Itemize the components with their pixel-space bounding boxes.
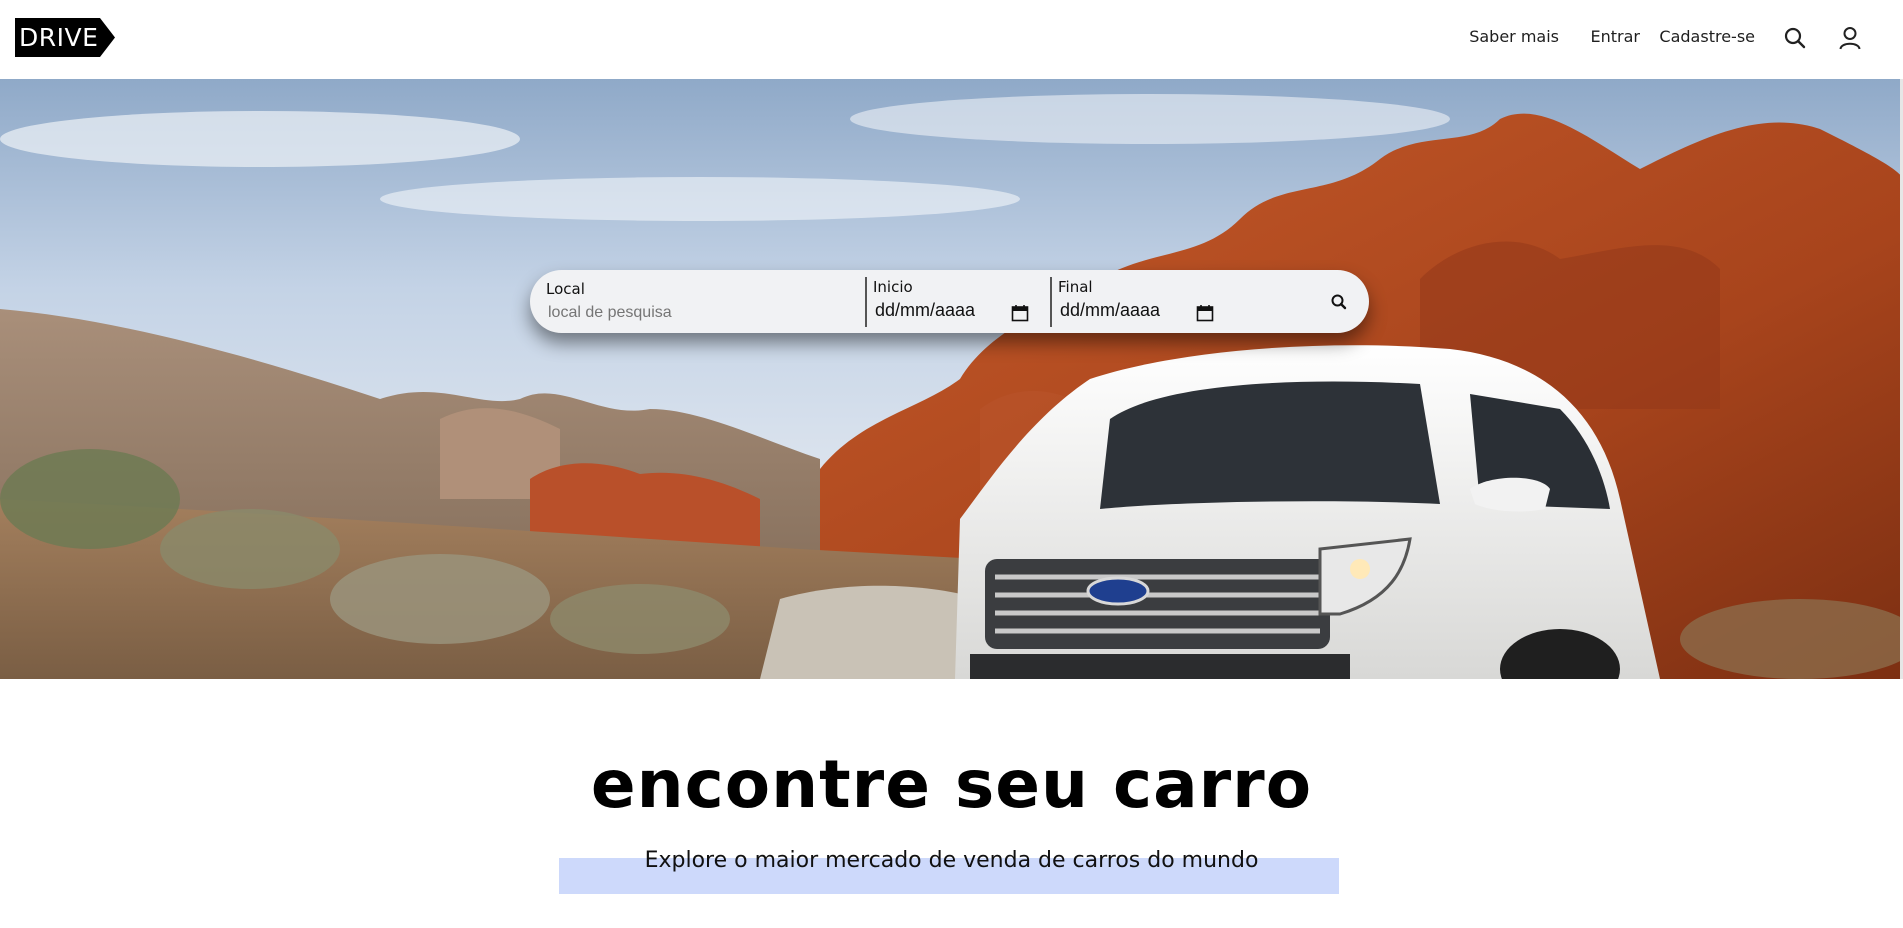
page-title: encontre seu carro [590, 746, 1313, 823]
calendar-icon[interactable] [1011, 304, 1029, 322]
location-input[interactable] [548, 302, 848, 324]
location-label: Local [546, 280, 585, 298]
nav-login[interactable]: Entrar [1591, 27, 1640, 46]
nav-learn-more[interactable]: Saber mais [1469, 27, 1559, 46]
hero-image [0, 79, 1903, 679]
start-date-label: Inicio [873, 278, 913, 296]
search-icon[interactable] [1782, 25, 1808, 51]
logo-text: DRIVE [19, 23, 99, 52]
rental-search-form: Local Inicio dd/mm/aaaa Final dd/mm/aaaa [530, 270, 1369, 333]
page-subtitle: Explore o maior mercado de venda de carr… [644, 848, 1259, 873]
drive-logo[interactable]: DRIVE [15, 18, 115, 57]
top-navbar: DRIVE Saber mais Entrar Cadastre-se [0, 0, 1903, 79]
end-date-label: Final [1058, 278, 1093, 296]
search-icon [1331, 294, 1347, 310]
search-submit-button[interactable] [1323, 286, 1355, 318]
start-date-input[interactable]: dd/mm/aaaa [875, 300, 975, 321]
calendar-icon[interactable] [1196, 304, 1214, 322]
user-icon[interactable] [1837, 25, 1863, 51]
field-divider [865, 277, 867, 327]
field-divider [1050, 277, 1052, 327]
hero-banner [0, 79, 1903, 679]
end-date-input[interactable]: dd/mm/aaaa [1060, 300, 1160, 321]
nav-signup[interactable]: Cadastre-se [1659, 27, 1755, 46]
